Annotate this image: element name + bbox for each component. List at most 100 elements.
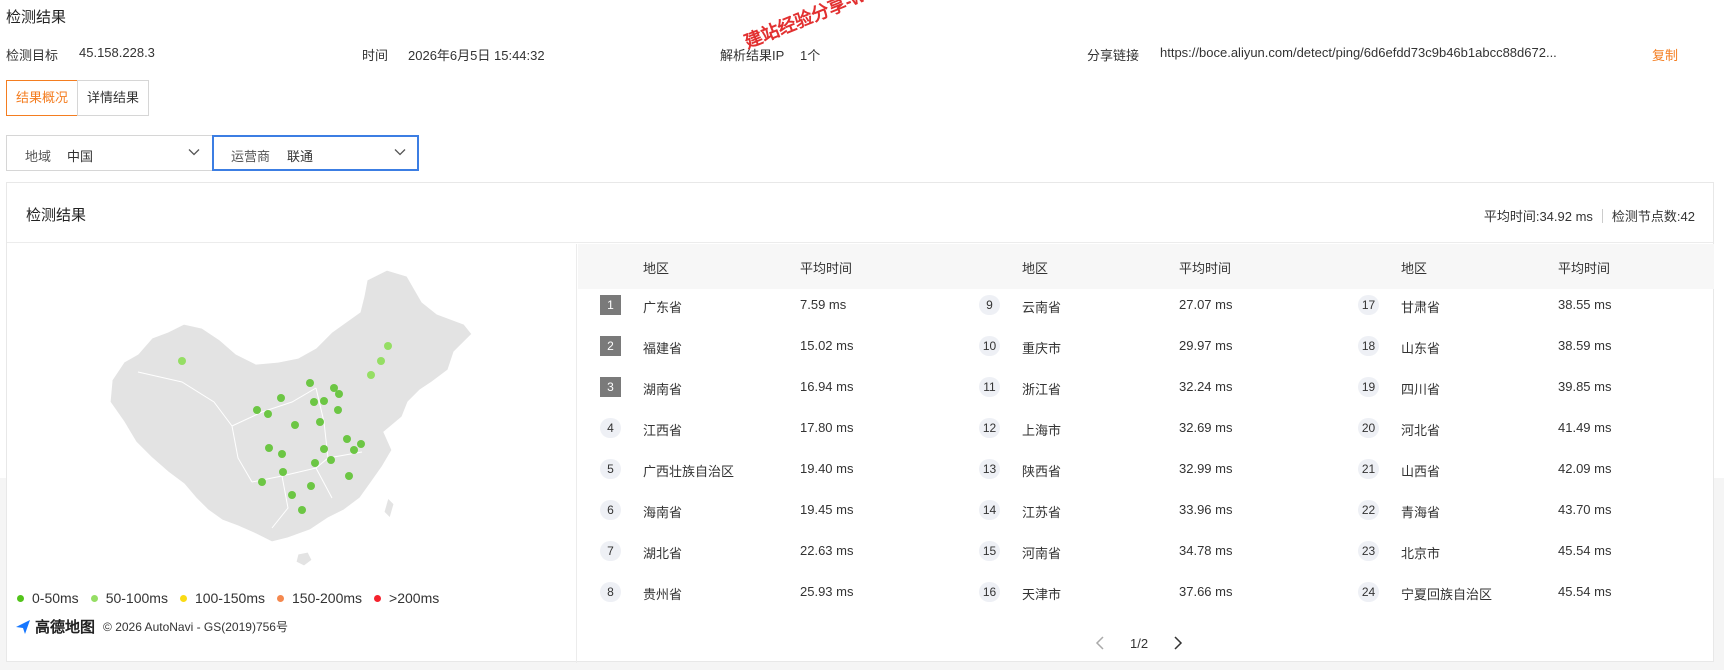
probe-node[interactable] <box>278 450 286 458</box>
row-region: 甘肃省 <box>1401 300 1441 315</box>
col-header-avg: 平均时间 <box>1179 261 1232 276</box>
probe-node[interactable] <box>357 440 365 448</box>
node-count-summary: 检测节点数:42 <box>1611 209 1695 224</box>
tab-details[interactable]: 详情结果 <box>77 80 150 116</box>
probe-node[interactable] <box>334 406 342 414</box>
row-avg-time: 22.63 ms <box>800 543 854 558</box>
row-region: 广西壮族自治区 <box>643 464 735 479</box>
amap-arrow-icon <box>16 619 30 634</box>
probe-node[interactable] <box>343 435 351 443</box>
isp-select-label: 运营商 <box>231 149 271 164</box>
latency-legend: 0-50ms 50-100ms 100-150ms 150-200ms >200… <box>17 590 451 606</box>
col-header-region: 地区 <box>1401 261 1428 276</box>
row-region: 天津市 <box>1022 587 1062 602</box>
legend-item: 50-100ms <box>90 590 168 606</box>
row-avg-time: 17.80 ms <box>800 420 854 435</box>
rank-badge: 5 <box>600 459 621 479</box>
row-region: 四川省 <box>1401 382 1441 397</box>
share-link[interactable]: https://boce.aliyun.com/detect/ping/6d6e… <box>1160 45 1557 60</box>
row-avg-time: 45.54 ms <box>1558 584 1612 599</box>
row-avg-time: 19.40 ms <box>800 461 854 476</box>
next-page-button[interactable] <box>1168 633 1188 653</box>
probe-node[interactable] <box>367 371 375 379</box>
probe-node[interactable] <box>377 357 385 365</box>
table-header: 地区 平均时间 地区 平均时间 地区 平均时间 <box>578 244 1714 289</box>
region-select[interactable]: 地域 中国 <box>6 135 213 171</box>
row-avg-time: 15.02 ms <box>800 338 854 353</box>
time-label: 时间 <box>362 48 389 63</box>
legend-item: 0-50ms <box>17 590 79 606</box>
probe-node[interactable] <box>316 418 324 426</box>
probe-node[interactable] <box>178 357 186 365</box>
rank-badge: 12 <box>979 418 1000 438</box>
probe-node[interactable] <box>320 397 328 405</box>
probe-node[interactable] <box>384 342 392 350</box>
probe-node[interactable] <box>253 406 261 414</box>
taiwan-island <box>383 497 395 519</box>
probe-node[interactable] <box>265 444 273 452</box>
row-region: 上海市 <box>1022 423 1062 438</box>
isp-select[interactable]: 运营商 联通 <box>212 135 419 171</box>
result-tabs: 结果概况 详情结果 <box>6 80 150 116</box>
rank-badge: 17 <box>1358 295 1379 315</box>
resolve-value: 1个 <box>800 48 821 63</box>
copyright-text: © 2026 AutoNavi - GS(2019)756号 <box>103 620 288 634</box>
probe-node[interactable] <box>335 390 343 398</box>
panel-header: 检测结果 平均时间:34.92 ms 检测节点数:42 <box>7 183 1713 243</box>
detect-meta-row: 检测目标 45.158.228.3 时间 2026年6月5日 15:44:32 … <box>0 45 1724 65</box>
row-region: 贵州省 <box>643 587 683 602</box>
probe-node[interactable] <box>311 459 319 467</box>
probe-node[interactable] <box>350 446 358 454</box>
probe-node[interactable] <box>327 456 335 464</box>
rank-badge: 7 <box>600 541 621 561</box>
probe-node[interactable] <box>307 482 315 490</box>
rank-badge: 3 <box>600 377 621 397</box>
col-header-region: 地区 <box>643 261 670 276</box>
page-indicator: 1/2 <box>1130 635 1149 651</box>
probe-node[interactable] <box>277 394 285 402</box>
pagination: 1/2 <box>1090 633 1188 653</box>
row-avg-time: 41.49 ms <box>1558 420 1612 435</box>
row-avg-time: 33.96 ms <box>1179 502 1233 517</box>
col-header-avg: 平均时间 <box>1558 261 1611 276</box>
row-region: 山西省 <box>1401 464 1441 479</box>
rank-badge: 21 <box>1358 459 1379 479</box>
amap-logo: 高德地图 <box>35 619 96 636</box>
rank-badge: 15 <box>979 541 1000 561</box>
row-region: 重庆市 <box>1022 341 1062 356</box>
tab-overview[interactable]: 结果概况 <box>6 80 79 116</box>
probe-node[interactable] <box>310 398 318 406</box>
probe-node[interactable] <box>258 478 266 486</box>
china-map[interactable] <box>102 262 482 592</box>
map-attribution: 高德地图 © 2026 AutoNavi - GS(2019)756号 <box>15 616 288 637</box>
row-avg-time: 25.93 ms <box>800 584 854 599</box>
row-region: 云南省 <box>1022 300 1062 315</box>
isp-select-value: 联通 <box>287 149 314 164</box>
hainan-island <box>295 551 313 567</box>
probe-node[interactable] <box>264 410 272 418</box>
probe-node[interactable] <box>279 468 287 476</box>
china-outline <box>109 269 473 543</box>
panel-title: 检测结果 <box>26 207 87 224</box>
row-region: 北京市 <box>1401 546 1441 561</box>
row-region: 河北省 <box>1401 423 1441 438</box>
rank-badge: 19 <box>1358 377 1379 397</box>
legend-item: 100-150ms <box>179 590 265 606</box>
prev-page-button[interactable] <box>1090 633 1110 653</box>
probe-node[interactable] <box>345 472 353 480</box>
probe-node[interactable] <box>291 421 299 429</box>
rank-badge: 18 <box>1358 336 1379 356</box>
row-avg-time: 32.69 ms <box>1179 420 1233 435</box>
rank-badge: 16 <box>979 582 1000 602</box>
probe-node[interactable] <box>298 506 306 514</box>
row-region: 湖南省 <box>643 382 683 397</box>
probe-node[interactable] <box>288 491 296 499</box>
rank-badge: 24 <box>1358 582 1379 602</box>
row-region: 陕西省 <box>1022 464 1062 479</box>
probe-node[interactable] <box>320 445 328 453</box>
probe-node[interactable] <box>306 379 314 387</box>
legend-dot <box>277 594 284 602</box>
copy-button[interactable]: 复制 <box>1652 45 1678 64</box>
avg-time-summary: 平均时间:34.92 ms <box>1483 209 1593 224</box>
legend-label: >200ms <box>389 590 440 606</box>
